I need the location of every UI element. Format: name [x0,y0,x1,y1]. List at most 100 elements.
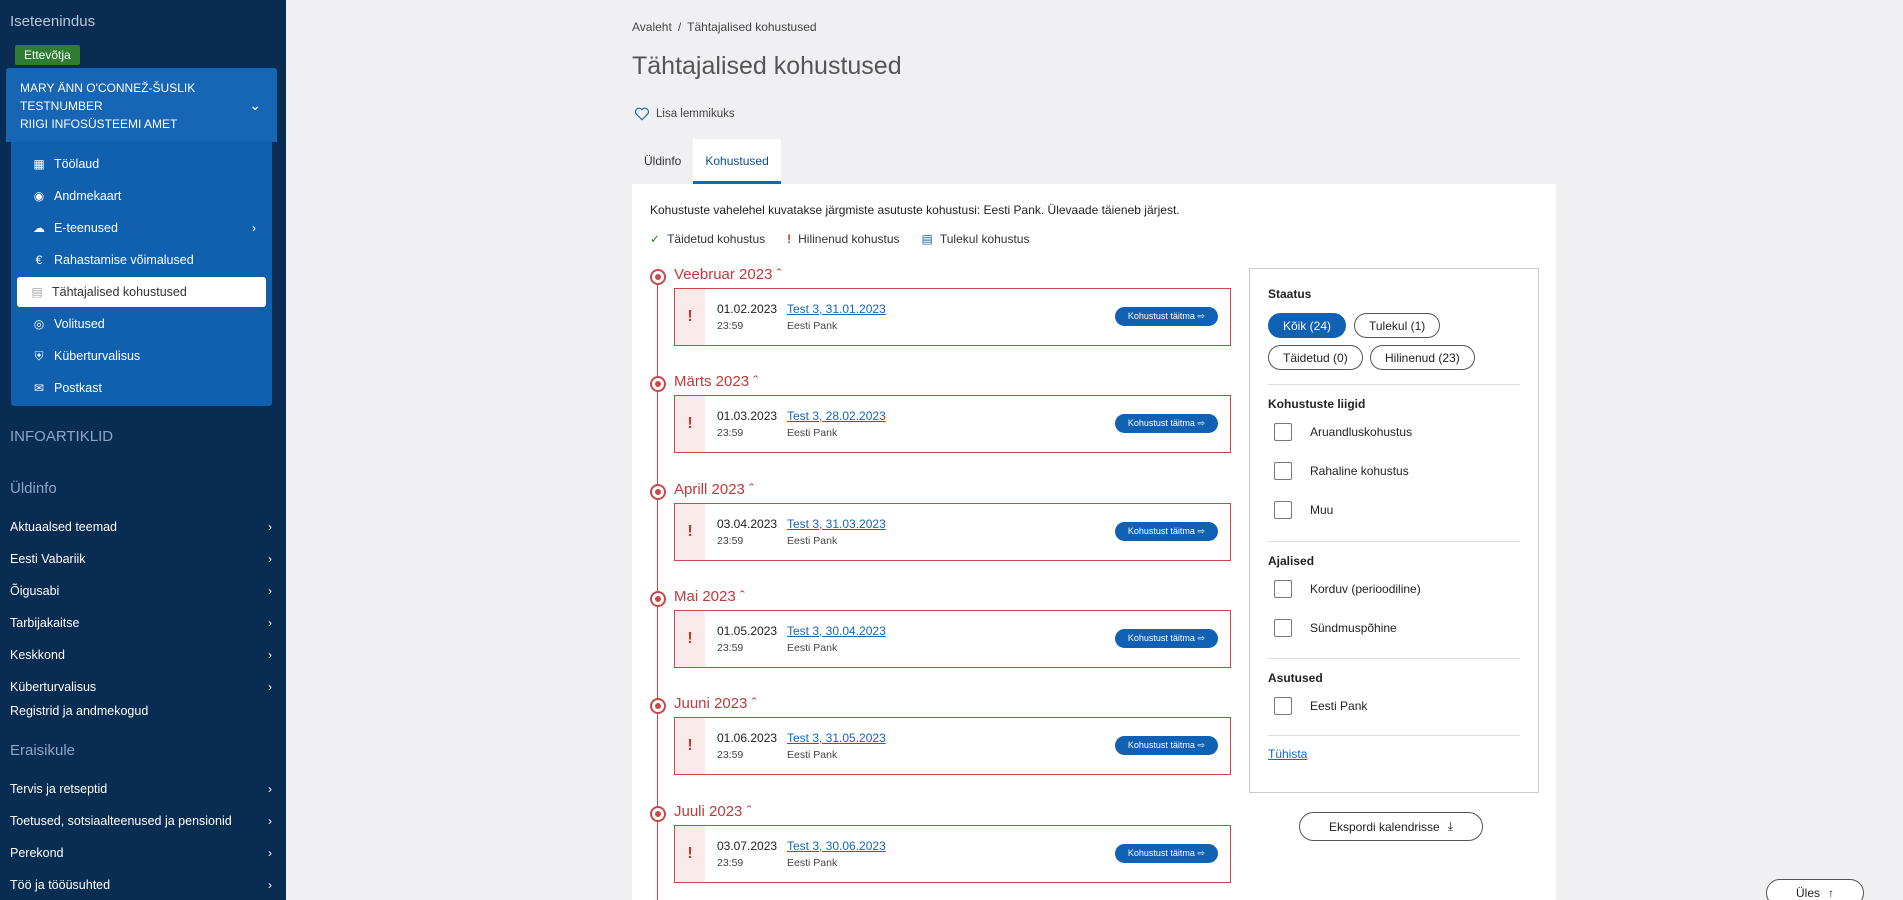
nav-link-tervis[interactable]: Tervis ja retseptid › [10,782,272,796]
chip-late[interactable]: Hilinenud (23) [1370,345,1475,370]
checkbox-label: Muu [1310,503,1334,517]
checkbox-box[interactable] [1274,501,1292,519]
nav-link-aktuaalsed[interactable]: Aktuaalsed teemad › [10,520,272,534]
checkbox-rahaline[interactable]: Rahaline kohustus [1274,462,1409,480]
account-name: MARY ÄNN O'CONNEŽ-ŠUSLIK [20,81,196,95]
month-toggle[interactable]: Juuli 2023 ˆ [674,803,752,820]
checkbox-muu[interactable]: Muu [1274,501,1333,519]
checkbox-box[interactable] [1274,580,1292,598]
tab-kohustused[interactable]: Kohustused [693,139,781,184]
chevron-right-icon: › [252,221,256,235]
obligation-link[interactable]: Test 3, 28.02.2023 [787,409,886,423]
breadcrumb-separator: / [677,20,682,34]
sidebar-item-postkast[interactable]: ✉ Postkast [17,372,266,404]
fulfill-button[interactable]: Kohustust täitma ⇨ [1114,736,1218,755]
role-badge[interactable]: Ettevõtja [15,45,80,65]
sign-in-icon: ⇨ [1197,418,1205,428]
sign-in-icon: ⇨ [1197,526,1205,536]
nav-link-tarbijakaitse[interactable]: Tarbijakaitse › [10,616,272,630]
obligation-date: 01.02.2023 [717,302,778,316]
nav-link-label: Töö ja tööüsuhted [10,878,111,892]
nav-link-eesti-vabariik[interactable]: Eesti Vabariik › [10,552,272,566]
cancel-filters-link[interactable]: Tühista [1268,747,1307,761]
sign-in-icon: ⇨ [1197,848,1205,858]
sign-in-icon: ⇨ [1197,311,1205,321]
chip-upcoming[interactable]: Tulekul (1) [1354,313,1441,338]
sidebar-item-andmekaart[interactable]: ◉ Andmekaart [17,180,266,212]
fulfill-button[interactable]: Kohustust täitma ⇨ [1114,844,1218,863]
cloud-icon: ☁ [33,221,45,235]
chip-all[interactable]: Kõik (24) [1268,313,1347,338]
checkbox-box[interactable] [1274,462,1292,480]
checkbox-eesti-pank[interactable]: Eesti Pank [1274,697,1367,715]
checkbox-label: Aruandluskohustus [1310,425,1413,439]
obligation-card: ! 03.07.2023 23:59 Test 3, 30.06.2023 Ee… [674,825,1231,883]
sidebar-item-label: Volitused [54,317,105,331]
legend-upcoming-label: Tulekul kohustus [939,232,1030,246]
checkbox-label: Eesti Pank [1310,699,1368,713]
nav-link-too[interactable]: Töö ja tööüsuhted › [10,878,272,892]
check-icon: ✓ [650,232,661,246]
heart-icon [634,107,650,121]
month-toggle[interactable]: Mai 2023 ˆ [674,588,745,605]
scroll-up-button[interactable]: Üles ↑ [1766,879,1864,900]
sidebar-item-kuberturvalisus[interactable]: ⛨ Küberturvalisus [17,340,266,372]
nav-link-label: Tarbijakaitse [10,616,80,630]
timeline-dot-icon [650,484,666,500]
chip-done[interactable]: Täidetud (0) [1268,345,1363,370]
chevron-up-icon: ˆ [753,373,759,390]
chevron-right-icon: › [268,680,272,694]
fulfill-button[interactable]: Kohustust täitma ⇨ [1114,522,1218,541]
nav-link-registrid[interactable]: Registrid ja andmekogud [10,704,272,718]
filter-types-title: Kohustuste liigid [1268,397,1366,411]
sidebar-item-toolaud[interactable]: ▦ Töölaud [17,148,266,180]
obligation-link[interactable]: Test 3, 31.01.2023 [787,302,886,316]
sidebar-item-e-teenused[interactable]: ☁ E-teenused › [17,212,266,244]
checkbox-korduv[interactable]: Korduv (perioodiline) [1274,580,1421,598]
nav-link-perekond[interactable]: Perekond › [10,846,272,860]
obligation-card: ! 01.05.2023 23:59 Test 3, 30.04.2023 Ee… [674,610,1231,668]
checkbox-label: Sündmuspõhine [1310,621,1397,635]
sidebar-item-volitused[interactable]: ◎ Volitused [17,308,266,340]
checkbox-box[interactable] [1274,619,1292,637]
obligation-link[interactable]: Test 3, 31.05.2023 [787,731,886,745]
checkbox-box[interactable] [1274,423,1292,441]
checkbox-aruandlus[interactable]: Aruandluskohustus [1274,423,1412,441]
month-toggle[interactable]: Aprill 2023 ˆ [674,481,754,498]
nav-link-toetused[interactable]: Toetused, sotsiaalteenused ja pensionid › [10,814,272,828]
month-toggle[interactable]: Juuni 2023 ˆ [674,695,757,712]
fulfill-button-label: Kohustust täitma [1127,418,1195,428]
nav-link-label: Registrid ja andmekogud [10,704,149,718]
obligation-link[interactable]: Test 3, 30.04.2023 [787,624,886,638]
legend-upcoming: ▤ Tulekul kohustus [922,232,1030,246]
month-toggle[interactable]: Märts 2023 ˆ [674,373,758,390]
divider [1268,384,1520,385]
obligation-card: ! 01.06.2023 23:59 Test 3, 31.05.2023 Ee… [674,717,1231,775]
shield-icon: ⛨ [34,348,44,363]
breadcrumb: Avaleht / Tähtajalised kohustused [632,20,817,34]
favorite-button[interactable]: Lisa lemmikuks [634,107,735,121]
export-calendar-button[interactable]: Ekspordi kalendrisse ⤓ [1299,812,1483,841]
tab-uldinfo[interactable]: Üldinfo [632,139,693,184]
nav-link-keskkond[interactable]: Keskkond › [10,648,272,662]
checkbox-box[interactable] [1274,697,1292,715]
breadcrumb-home[interactable]: Avaleht [632,20,672,34]
checkbox-sundmus[interactable]: Sündmuspõhine [1274,619,1397,637]
chevron-right-icon: › [268,520,272,534]
section-eraisikule: Eraisikule [10,742,76,759]
divider [1268,735,1520,736]
nav-link-kuberturvalisus[interactable]: Küberturvalisus › [10,680,272,694]
obligation-link[interactable]: Test 3, 31.03.2023 [787,517,886,531]
nav-link-oigusabi[interactable]: Õigusabi › [10,584,272,598]
obligation-date: 03.04.2023 [717,517,778,531]
download-icon: ⤓ [1447,819,1454,833]
obligation-link[interactable]: Test 3, 30.06.2023 [787,839,886,853]
month-toggle[interactable]: Veebruar 2023 ˆ [674,266,782,283]
fulfill-button[interactable]: Kohustust täitma ⇨ [1114,307,1218,326]
sidebar-item-rahastamine[interactable]: € Rahastamise võimalused [17,244,266,276]
sidebar-item-tahtajalised[interactable]: ▤ Tähtajalised kohustused [17,277,266,307]
fulfill-button[interactable]: Kohustust täitma ⇨ [1114,629,1218,648]
fulfill-button[interactable]: Kohustust täitma ⇨ [1114,414,1218,433]
sign-in-icon: ⇨ [1197,633,1205,643]
account-switcher[interactable]: MARY ÄNN O'CONNEŽ-ŠUSLIK TESTNUMBER RIIG… [6,68,277,142]
